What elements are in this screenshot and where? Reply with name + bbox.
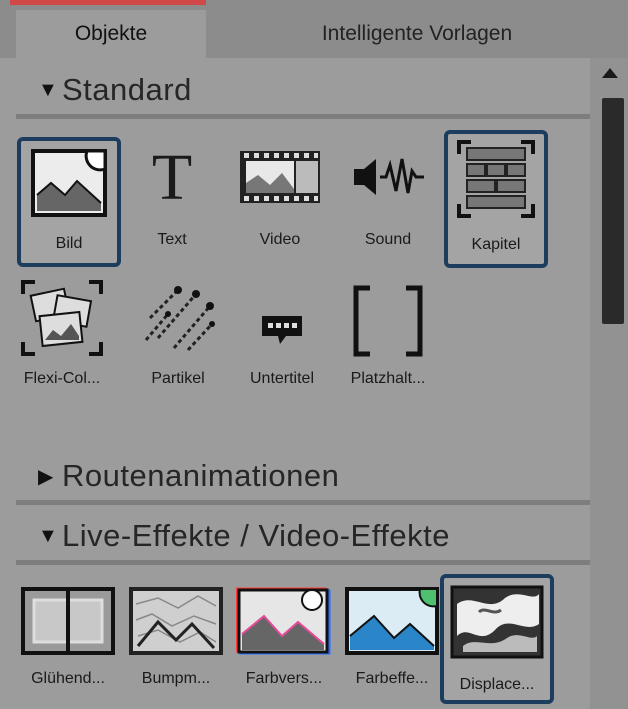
item-label: Text: [157, 231, 187, 248]
item-label: Flexi-Col...: [23, 370, 101, 387]
item-label: Bumpm...: [141, 670, 211, 687]
item-label: Sound: [364, 231, 412, 248]
item-label: Kapitel: [471, 236, 521, 253]
collapse-triangle-icon: ▼: [38, 78, 58, 101]
section-divider: [16, 560, 590, 565]
expand-triangle-icon: ▶: [38, 465, 54, 488]
item-text[interactable]: T Text: [120, 137, 224, 267]
subtitle-speech-icon: [262, 316, 302, 344]
item-bumpmap[interactable]: Bumpm...: [124, 576, 228, 706]
item-video[interactable]: Video: [228, 137, 332, 267]
particles-icon: [144, 286, 215, 352]
item-flexi-collage[interactable]: Flexi-Col...: [10, 276, 114, 406]
section-standard-header[interactable]: ▼ Standard: [18, 70, 192, 110]
displacement-effect-icon: [450, 585, 544, 659]
item-kapitel[interactable]: Kapitel: [444, 130, 548, 268]
scrollbar-thumb[interactable]: [602, 98, 624, 324]
placeholder-brackets-icon: [353, 285, 423, 357]
item-gluehend[interactable]: Glühend...: [16, 576, 120, 706]
video-filmstrip-icon: [240, 151, 320, 203]
section-divider: [16, 114, 590, 119]
collapse-triangle-icon: ▼: [38, 524, 58, 547]
section-routen-title: Routenanimationen: [62, 458, 340, 493]
section-live-header[interactable]: ▼ Live-Effekte / Video-Effekte: [18, 516, 450, 556]
glow-effect-icon: [21, 587, 115, 655]
section-routen-header[interactable]: ▶ Routenanimationen: [18, 456, 339, 496]
tab-objekte[interactable]: Objekte: [16, 10, 206, 58]
item-label: Farbvers...: [245, 670, 323, 687]
section-live-title: Live-Effekte / Video-Effekte: [62, 518, 450, 553]
item-farbeffekt[interactable]: Farbeffe...: [340, 576, 444, 706]
vertical-scrollbar[interactable]: [590, 58, 628, 709]
item-label: Platzhalt...: [350, 370, 426, 387]
item-label: Untertitel: [249, 370, 315, 387]
item-sound[interactable]: Sound: [336, 137, 440, 267]
item-partikel[interactable]: Partikel: [126, 276, 230, 406]
item-untertitel[interactable]: Untertitel: [230, 276, 334, 406]
section-divider: [16, 500, 590, 505]
tab-bar: Objekte Intelligente Vorlagen: [0, 0, 628, 58]
item-platzhalter[interactable]: Platzhalt...: [336, 276, 440, 406]
text-t-icon: T: [151, 141, 193, 214]
item-label: Glühend...: [31, 670, 105, 687]
speaker-wave-icon: [354, 158, 424, 195]
item-label: Bild: [55, 235, 83, 252]
item-displacement[interactable]: Displace...: [440, 574, 554, 704]
item-bild[interactable]: Bild: [17, 137, 121, 267]
chapter-grid-icon: [457, 140, 535, 218]
color-effect-icon: [345, 587, 439, 655]
scroll-up-arrow-icon[interactable]: [602, 68, 618, 78]
item-label: Partikel: [151, 370, 205, 387]
item-farbverschiebung[interactable]: Farbvers...: [232, 576, 336, 706]
item-label: Displace...: [459, 676, 535, 693]
section-standard-title: Standard: [62, 72, 192, 107]
item-label: Video: [259, 231, 301, 248]
flexi-collage-icon: [21, 280, 103, 356]
bumpmap-effect-icon: [129, 587, 223, 655]
color-shift-effect-icon: [236, 587, 331, 655]
active-tab-indicator: [10, 0, 206, 5]
tab-intelligente-vorlagen[interactable]: Intelligente Vorlagen: [206, 10, 628, 58]
item-label: Farbeffe...: [355, 670, 429, 687]
image-icon: [31, 149, 107, 217]
